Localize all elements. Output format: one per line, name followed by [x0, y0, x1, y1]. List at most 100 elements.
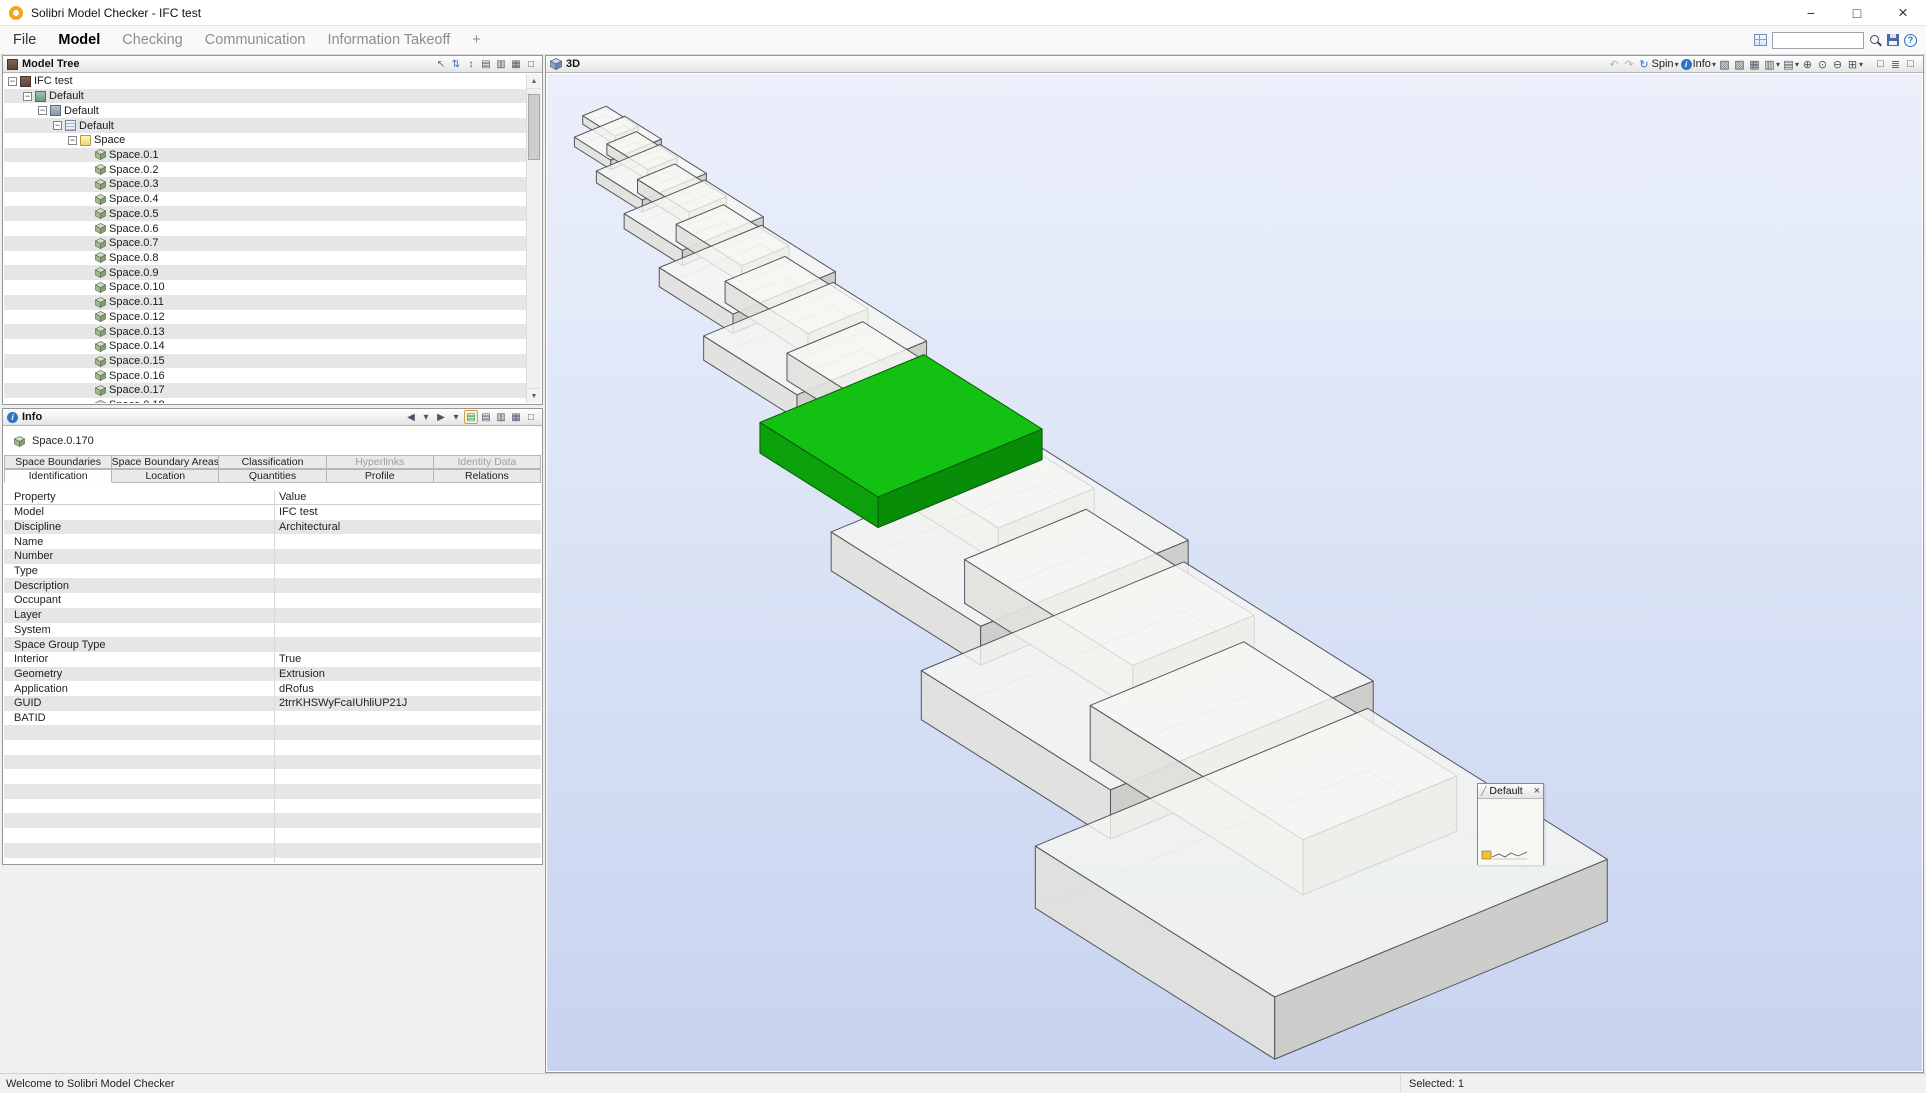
mini-panel-close-icon[interactable]: ×	[1534, 785, 1540, 797]
maximize-button[interactable]: □	[1834, 0, 1880, 25]
tree-row-space-0-9[interactable]: Space.0.9	[4, 265, 526, 280]
menu-information-takeoff[interactable]: Information Takeoff	[316, 32, 461, 48]
tab-profile[interactable]: Profile	[327, 469, 434, 483]
section-plane-button[interactable]: ▨	[1733, 57, 1746, 71]
tree-row-space-0-6[interactable]: Space.0.6	[4, 221, 526, 236]
tree-row-space[interactable]: −Space	[4, 133, 526, 148]
float-panel-button[interactable]: □	[1904, 57, 1917, 71]
tree-row-space-0-1[interactable]: Space.0.1	[4, 148, 526, 163]
property-row-discipline[interactable]: DisciplineArchitectural	[4, 520, 541, 535]
property-row-guid[interactable]: GUID2trrKHSWyFcaIUhliUP21J	[4, 696, 541, 711]
search-input[interactable]	[1772, 32, 1864, 49]
select-hierarchy-icon[interactable]: ↖	[434, 57, 448, 71]
save-icon[interactable]	[1887, 34, 1899, 46]
redo-button[interactable]: ↷	[1623, 57, 1636, 71]
transparency-button[interactable]: ▤▾	[1782, 57, 1799, 71]
tree-row-space-0-3[interactable]: Space.0.3	[4, 177, 526, 192]
tab-space-boundaries[interactable]: Space Boundaries	[4, 455, 112, 469]
property-row-geometry[interactable]: GeometryExtrusion	[4, 667, 541, 682]
menu-checking[interactable]: Checking	[111, 32, 193, 48]
menu-communication[interactable]: Communication	[194, 32, 317, 48]
zoom-in-button[interactable]: ⊕	[1801, 57, 1814, 71]
pin-icon[interactable]: ╱	[1481, 786, 1486, 797]
tree-row-space-0-15[interactable]: Space.0.15	[4, 354, 526, 369]
scrollbar-thumb[interactable]	[528, 94, 540, 160]
spin-button[interactable]: ↻Spin▾	[1638, 57, 1679, 71]
property-row-name[interactable]: Name	[4, 534, 541, 549]
rows-compact-icon[interactable]: ▤	[479, 57, 493, 71]
tab-location[interactable]: Location	[112, 469, 219, 483]
tree-row-space-0-12[interactable]: Space.0.12	[4, 310, 526, 325]
info-mode-button[interactable]: iInfo▾	[1681, 58, 1716, 70]
expand-toggle-icon[interactable]: −	[68, 136, 77, 145]
property-row-occupant[interactable]: Occupant	[4, 593, 541, 608]
viewport-3d-canvas[interactable]: ╱ Default ×	[547, 74, 1922, 1071]
find-icon[interactable]	[1869, 34, 1882, 47]
tree-row-space-0-11[interactable]: Space.0.11	[4, 295, 526, 310]
mini-panel-body[interactable]	[1478, 799, 1543, 865]
zoom-extents-button[interactable]: ⊙	[1816, 57, 1829, 71]
property-row-model[interactable]: ModelIFC test	[4, 505, 541, 520]
property-row-description[interactable]: Description	[4, 578, 541, 593]
expand-toggle-icon[interactable]: −	[23, 92, 32, 101]
expand-toggle-icon[interactable]: −	[8, 77, 17, 86]
menu-add-tab[interactable]: +	[461, 32, 491, 48]
history-forward-dropdown-icon[interactable]: ▾	[449, 410, 463, 424]
property-row-space-group-type[interactable]: Space Group Type	[4, 637, 541, 652]
help-icon[interactable]: ?	[1904, 34, 1917, 47]
tree-row-space-0-7[interactable]: Space.0.7	[4, 236, 526, 251]
tree-row-space-0-10[interactable]: Space.0.10	[4, 280, 526, 295]
property-row-layer[interactable]: Layer	[4, 608, 541, 623]
tree-row-ifc-test[interactable]: −IFC test	[4, 74, 526, 89]
sync-selection-icon[interactable]: ⇅	[449, 57, 463, 71]
property-row-type[interactable]: Type	[4, 564, 541, 579]
tree-row-space-0-4[interactable]: Space.0.4	[4, 192, 526, 207]
rows-medium-icon[interactable]: ▥	[494, 410, 508, 424]
tab-relations[interactable]: Relations	[434, 469, 541, 483]
scroll-down-icon[interactable]: ▼	[527, 388, 541, 403]
tab-space-boundary-areas[interactable]: Space Boundary Areas	[112, 455, 219, 469]
tree-row-space-0-5[interactable]: Space.0.5	[4, 206, 526, 221]
tree-row-space-0-2[interactable]: Space.0.2	[4, 162, 526, 177]
tree-row-default[interactable]: −Default	[4, 89, 526, 104]
tree-row-space-0-14[interactable]: Space.0.14	[4, 339, 526, 354]
undo-button[interactable]: ↶	[1608, 57, 1621, 71]
tree-row-space-0-13[interactable]: Space.0.13	[4, 324, 526, 339]
tab-identification[interactable]: Identification	[4, 469, 112, 483]
tab-classification[interactable]: Classification	[219, 455, 326, 469]
tab-quantities[interactable]: Quantities	[219, 469, 326, 483]
property-row-number[interactable]: Number	[4, 549, 541, 564]
walkthrough-button[interactable]: ▧	[1718, 57, 1731, 71]
rows-medium-icon[interactable]: ▥	[494, 57, 508, 71]
tree-row-space-0-17[interactable]: Space.0.17	[4, 383, 526, 398]
tree-row-space-0-16[interactable]: Space.0.16	[4, 368, 526, 383]
property-row-system[interactable]: System	[4, 623, 541, 638]
rows-wide-icon[interactable]: ▦	[509, 410, 523, 424]
expand-toggle-icon[interactable]: −	[53, 121, 62, 130]
layout-grid-icon[interactable]	[1754, 34, 1767, 46]
scroll-up-icon[interactable]: ▲	[527, 74, 541, 89]
model-tree-scrollbar[interactable]: ▲ ▼	[526, 74, 541, 403]
history-back-icon[interactable]: ◀	[404, 410, 418, 424]
zoom-out-button[interactable]: ⊖	[1831, 57, 1844, 71]
menu-model[interactable]: Model	[47, 32, 111, 48]
rows-compact-icon[interactable]: ▤	[479, 410, 493, 424]
zoom-window-button[interactable]: ⊞▾	[1846, 57, 1863, 71]
close-button[interactable]: ×	[1880, 0, 1926, 25]
expand-toggle-icon[interactable]: −	[38, 106, 47, 115]
rows-wide-icon[interactable]: ▦	[509, 57, 523, 71]
section-box-button[interactable]: ▦	[1748, 57, 1761, 71]
history-forward-icon[interactable]: ▶	[434, 410, 448, 424]
hide-selected-button[interactable]: ▥▾	[1763, 57, 1780, 71]
sort-icon[interactable]: ↕	[464, 57, 478, 71]
tree-row-space-0-8[interactable]: Space.0.8	[4, 251, 526, 266]
float-panel-icon[interactable]: □	[524, 57, 538, 71]
tree-row-default[interactable]: −Default	[4, 103, 526, 118]
tree-row-default[interactable]: −Default	[4, 118, 526, 133]
float-panel-icon[interactable]: □	[524, 410, 538, 424]
new-view-button[interactable]: □	[1874, 57, 1887, 71]
column-divider[interactable]	[274, 490, 275, 863]
property-row-application[interactable]: ApplicationdRofus	[4, 681, 541, 696]
property-row-interior[interactable]: InteriorTrue	[4, 652, 541, 667]
menu-file[interactable]: File	[2, 32, 47, 48]
